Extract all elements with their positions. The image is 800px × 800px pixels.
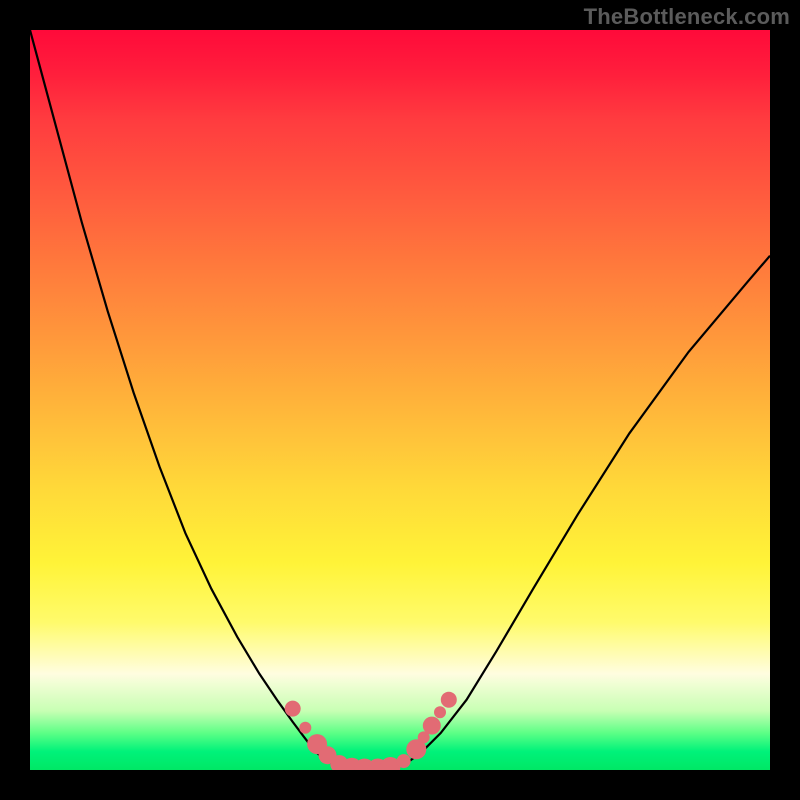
data-marker (299, 722, 311, 734)
marker-group (285, 692, 457, 770)
plot-area (30, 30, 770, 770)
data-marker (441, 692, 457, 708)
data-marker (434, 706, 446, 718)
data-marker (423, 717, 441, 735)
data-marker (285, 701, 301, 717)
bottleneck-curve (30, 30, 770, 769)
curve-layer (30, 30, 770, 770)
data-marker (397, 754, 411, 768)
watermark-text: TheBottleneck.com (584, 4, 790, 30)
chart-frame: TheBottleneck.com (0, 0, 800, 800)
